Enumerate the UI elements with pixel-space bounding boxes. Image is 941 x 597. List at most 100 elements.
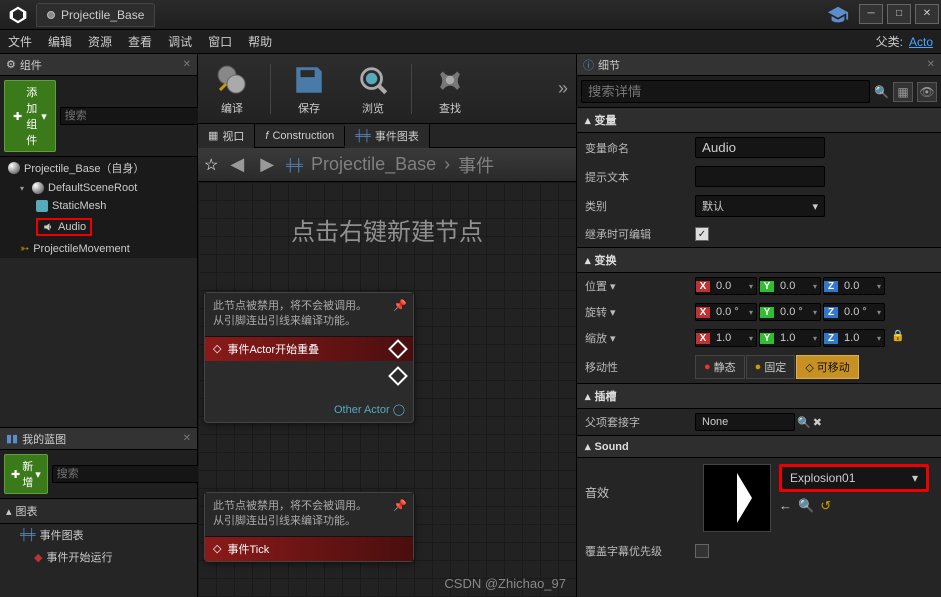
menu-asset[interactable]: 资源 — [88, 33, 112, 50]
components-title: 组件 — [20, 57, 42, 73]
rot-z-input[interactable]: Z0.0 °▾ — [823, 303, 885, 321]
maximize-button[interactable]: □ — [887, 4, 911, 24]
expand-icon[interactable]: ▴ — [585, 254, 591, 267]
graph-section[interactable]: ▴ 图表 — [0, 498, 197, 524]
socket-label: 父项套接字 — [585, 414, 695, 430]
socket-combo[interactable]: None — [695, 413, 795, 431]
event-graph-item[interactable]: ╪╪ 事件图表 — [0, 524, 197, 546]
expand-icon[interactable]: ▴ — [6, 505, 12, 518]
new-button[interactable]: ✚ 新增 ▾ — [4, 454, 48, 494]
clear-icon[interactable]: ✖ — [813, 416, 822, 429]
breadcrumb-2[interactable]: 事件 — [458, 152, 494, 178]
find-button[interactable]: 查找 — [424, 58, 476, 120]
tree-root[interactable]: Projectile_Base（自身） — [0, 157, 197, 179]
canvas-tip: 点击右键新建节点 — [238, 212, 536, 247]
sound-section[interactable]: ▴Sound — [577, 435, 941, 458]
compile-button[interactable]: 编译 — [206, 58, 258, 120]
property-matrix-icon[interactable]: ▦ — [893, 82, 913, 102]
components-panel-tab[interactable]: ⚙ 组件 ✕ — [0, 54, 197, 76]
tree-audio[interactable]: Audio — [0, 215, 197, 239]
rot-x-input[interactable]: X0.0 °▾ — [695, 303, 757, 321]
chevron-down-icon: ▾ — [812, 200, 818, 213]
lock-icon[interactable]: 🔒 — [891, 329, 905, 347]
browse-label: 浏览 — [362, 100, 384, 116]
components-search-input[interactable] — [60, 107, 212, 125]
editable-checkbox[interactable]: ✓ — [695, 227, 709, 241]
tree-static-mesh[interactable]: StaticMesh — [0, 197, 197, 215]
details-panel-tab[interactable]: ⓘ 细节 ✕ — [577, 54, 941, 76]
sound-asset-combo[interactable]: Explosion01 ▾ — [779, 464, 929, 492]
pos-y-input[interactable]: Y0.0▾ — [759, 277, 821, 295]
expand-icon[interactable]: ▴ — [585, 114, 591, 127]
sound-thumbnail[interactable] — [703, 464, 771, 532]
browse-to-icon[interactable]: 🔍 — [798, 498, 814, 514]
exec-out-pin[interactable] — [388, 339, 408, 359]
tab-event-graph[interactable]: ╪╪ 事件图表 — [345, 124, 430, 148]
close-icon[interactable]: ✕ — [183, 433, 191, 444]
tree-scene-root[interactable]: ▾ DefaultSceneRoot — [0, 179, 197, 197]
node-begin-overlap[interactable]: 此节点被禁用，将不会被调用。 从引脚连出引线来编译功能。 📌 ◇ 事件Actor… — [204, 292, 414, 423]
graduation-cap-icon[interactable] — [827, 4, 849, 26]
chevron-right-icon[interactable]: » — [558, 78, 568, 99]
tree-pm-label: ProjectileMovement — [33, 243, 130, 255]
close-icon[interactable]: ✕ — [927, 59, 935, 70]
pos-z-input[interactable]: Z0.0▾ — [823, 277, 885, 295]
expand-icon[interactable]: ▴ — [585, 390, 591, 403]
mobility-stationary[interactable]: ●固定 — [746, 355, 796, 379]
menu-edit[interactable]: 编辑 — [48, 33, 72, 50]
tab-construction-label: Construction — [272, 130, 334, 142]
close-icon[interactable]: ✕ — [183, 59, 191, 70]
variable-section[interactable]: ▴变量 — [577, 107, 941, 133]
var-name-input[interactable] — [695, 137, 825, 158]
parent-class-link[interactable]: Acto — [909, 35, 933, 49]
add-component-button[interactable]: ✚ 添加组件 ▾ — [4, 80, 56, 152]
node-header[interactable]: ◇ 事件Actor开始重叠 — [205, 337, 413, 361]
expand-icon[interactable]: ▴ — [585, 440, 591, 453]
subtitle-checkbox[interactable] — [695, 544, 709, 558]
transform-section[interactable]: ▴变换 — [577, 247, 941, 273]
category-combo[interactable]: 默认▾ — [695, 195, 825, 217]
reset-icon[interactable]: ↺ — [820, 498, 831, 514]
menu-window[interactable]: 窗口 — [208, 33, 232, 50]
nav-fwd-icon[interactable]: ▶ — [256, 154, 278, 175]
mobility-static[interactable]: ●静态 — [695, 355, 745, 379]
details-search-input[interactable] — [581, 80, 870, 103]
tab-construction[interactable]: f Construction — [255, 126, 345, 146]
view-options-icon[interactable]: 👁 — [917, 82, 937, 102]
slot-section[interactable]: ▴插槽 — [577, 383, 941, 409]
scale-y-input[interactable]: Y1.0▾ — [759, 329, 821, 347]
save-button[interactable]: 保存 — [283, 58, 335, 120]
use-selected-icon[interactable]: ← — [779, 498, 792, 514]
node-tick[interactable]: 此节点被禁用，将不会被调用。 从引脚连出引线来编译功能。 📌 ◇ 事件Tick — [204, 492, 414, 562]
pos-x-input[interactable]: X0.0▾ — [695, 277, 757, 295]
menu-view[interactable]: 查看 — [128, 33, 152, 50]
breadcrumb-1[interactable]: Projectile_Base — [311, 154, 436, 175]
tab-viewport[interactable]: ▦ 视口 — [198, 124, 255, 148]
close-button[interactable]: ✕ — [915, 4, 939, 24]
tooltip-input[interactable] — [695, 166, 825, 187]
search-icon[interactable]: 🔍 — [797, 416, 811, 429]
viewport-icon: ▦ — [208, 129, 218, 142]
myblueprint-panel-tab[interactable]: ▮▮ 我的蓝图 ✕ — [0, 428, 197, 450]
browse-button[interactable]: 浏览 — [347, 58, 399, 120]
menu-help[interactable]: 帮助 — [248, 33, 272, 50]
node-header[interactable]: ◇ 事件Tick — [205, 537, 413, 561]
mobility-movable[interactable]: ◇可移动 — [796, 355, 858, 379]
graph-canvas[interactable]: 点击右键新建节点 此节点被禁用，将不会被调用。 从引脚连出引线来编译功能。 📌 … — [198, 182, 576, 597]
nav-back-icon[interactable]: ◀ — [226, 154, 248, 175]
rot-y-input[interactable]: Y0.0 °▾ — [759, 303, 821, 321]
menu-file[interactable]: 文件 — [8, 33, 32, 50]
scale-z-input[interactable]: Z1.0▾ — [823, 329, 885, 347]
search-icon[interactable]: 🔍 — [874, 85, 889, 99]
exec-pin[interactable] — [388, 366, 408, 386]
expand-icon[interactable]: ▾ — [20, 184, 28, 193]
begin-play-item[interactable]: ◆ 事件开始运行 — [0, 546, 197, 568]
other-actor-pin[interactable]: Other Actor ◯ — [205, 401, 413, 422]
blueprint-search-input[interactable] — [52, 465, 204, 483]
scale-x-input[interactable]: X1.0▾ — [695, 329, 757, 347]
title-tab[interactable]: Projectile_Base — [36, 3, 155, 27]
minimize-button[interactable]: ─ — [859, 4, 883, 24]
star-icon[interactable]: ☆ — [204, 155, 218, 175]
tree-projectile-movement[interactable]: ➳ ProjectileMovement — [0, 239, 197, 258]
menu-debug[interactable]: 调试 — [168, 33, 192, 50]
